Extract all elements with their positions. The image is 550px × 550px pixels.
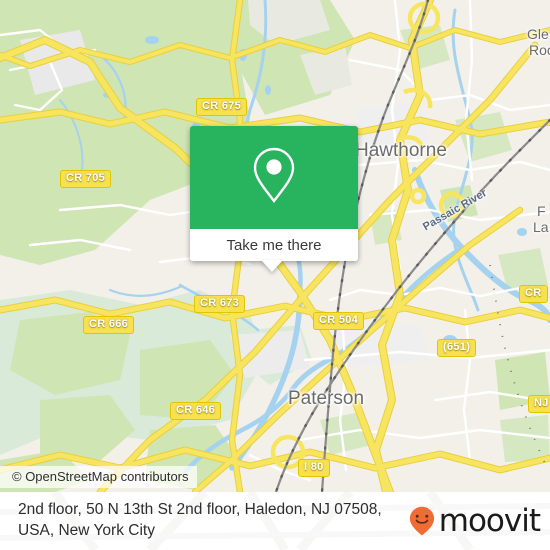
road-shield-cr705[interactable]: CR 705 xyxy=(60,170,112,188)
place-label-paterson: Paterson xyxy=(288,388,365,409)
moovit-logo[interactable]: moovit xyxy=(409,502,541,539)
location-address-text: 2nd floor, 50 N 13th St 2nd floor, Haled… xyxy=(18,501,382,539)
map-canvas[interactable]: Hawthorne Paterson Gle Roc F La Passaic … xyxy=(0,0,550,492)
moovit-wordmark: moovit xyxy=(438,502,541,539)
place-label-fair: F xyxy=(537,203,546,219)
road-shield-cr675[interactable]: CR 675 xyxy=(196,98,248,116)
place-label-lawn: La xyxy=(533,219,549,235)
take-me-there-button[interactable]: Take me there xyxy=(190,229,358,261)
footer-bar: 2nd floor, 50 N 13th St 2nd floor, Haled… xyxy=(0,492,550,550)
road-shield-i80[interactable]: I 80 xyxy=(298,459,330,477)
popup-tail-pointer xyxy=(261,260,283,272)
place-label-hawthorne: Hawthorne xyxy=(355,140,447,161)
map-pin-icon xyxy=(251,146,297,209)
location-popup-card[interactable]: Take me there xyxy=(190,126,358,261)
map-attribution[interactable]: © OpenStreetMap contributors xyxy=(0,466,197,488)
road-shield-651[interactable]: (651) xyxy=(437,339,477,357)
road-shield-cr646[interactable]: CR 646 xyxy=(170,402,222,420)
place-label-glen: Gle xyxy=(527,26,549,42)
moovit-pin-icon xyxy=(409,506,435,536)
place-label-rock: Roc xyxy=(529,42,550,58)
road-shield-cr-right[interactable]: CR xyxy=(519,285,548,303)
popup-pin-area xyxy=(190,126,358,229)
road-shield-cr504[interactable]: CR 504 xyxy=(313,312,365,330)
road-shield-cr673[interactable]: CR 673 xyxy=(194,295,246,313)
map-screenshot: Hawthorne Paterson Gle Roc F La Passaic … xyxy=(0,0,550,550)
road-shield-cr666[interactable]: CR 666 xyxy=(83,316,135,334)
road-shield-nj-right[interactable]: NJ xyxy=(528,395,550,413)
